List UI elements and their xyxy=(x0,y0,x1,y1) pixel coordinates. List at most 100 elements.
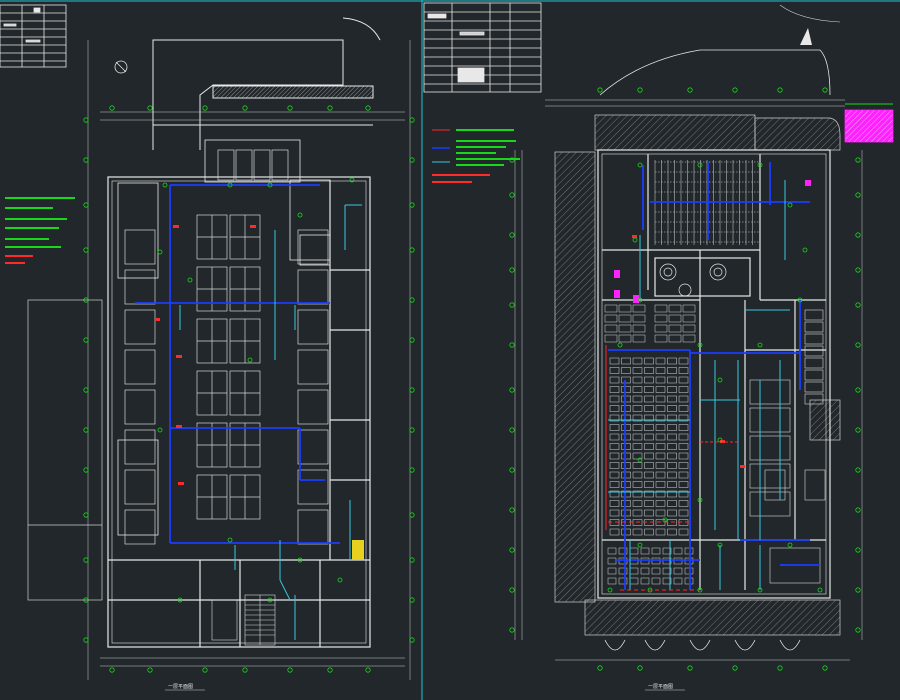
desk xyxy=(632,500,643,507)
desk xyxy=(655,405,666,412)
desk xyxy=(644,471,654,479)
axis-marker xyxy=(855,192,861,198)
desk xyxy=(632,481,643,488)
cabinet-block xyxy=(124,229,156,265)
desk xyxy=(621,481,631,488)
desk xyxy=(621,395,631,403)
equipment-room-hatch xyxy=(844,109,894,143)
detector xyxy=(697,162,703,168)
desk xyxy=(609,424,620,431)
desk xyxy=(655,471,666,479)
desk xyxy=(621,433,631,441)
desk xyxy=(644,481,654,488)
bench-block xyxy=(253,149,271,181)
axis-marker xyxy=(855,507,861,513)
desk xyxy=(655,500,666,507)
pipe-main-left xyxy=(135,184,340,544)
plan-right: 一层平面图 xyxy=(423,2,894,691)
axis-marker xyxy=(287,105,293,111)
desk xyxy=(644,462,654,469)
desk xyxy=(678,500,689,507)
desk xyxy=(632,304,646,313)
detector xyxy=(227,537,233,543)
desk xyxy=(640,547,650,555)
axis-marker xyxy=(365,667,371,673)
toilet-block xyxy=(764,469,786,501)
axis-marker xyxy=(855,157,861,163)
detector xyxy=(632,237,638,243)
desk xyxy=(655,395,666,403)
cabinet-block xyxy=(124,469,156,505)
desk xyxy=(651,557,661,565)
axis-marker xyxy=(242,105,248,111)
axis-marker xyxy=(327,667,333,673)
desk xyxy=(621,376,631,384)
desk xyxy=(667,452,677,460)
desk xyxy=(629,557,639,565)
desk xyxy=(678,528,689,536)
desk xyxy=(621,357,631,365)
axis-markers-left xyxy=(83,105,415,673)
axis-marker xyxy=(509,507,515,513)
desk xyxy=(644,367,654,374)
detector xyxy=(157,249,163,255)
title-block-left xyxy=(0,4,67,68)
desk xyxy=(678,443,689,450)
axis-marker xyxy=(509,427,515,433)
detector xyxy=(617,342,623,348)
detector xyxy=(637,457,643,463)
cabinet-block xyxy=(297,509,329,545)
desk xyxy=(655,443,666,450)
desk xyxy=(609,405,620,412)
caption-left: 一层平面图 xyxy=(168,684,193,690)
axis-marker xyxy=(777,665,783,671)
desk xyxy=(673,557,683,565)
desk xyxy=(655,367,666,374)
desk xyxy=(609,452,620,460)
axis-marker xyxy=(687,87,693,93)
desk xyxy=(609,395,620,403)
planter-symbols-right xyxy=(659,263,727,297)
desk xyxy=(609,500,620,507)
axis-marker xyxy=(509,267,515,273)
desk xyxy=(629,547,639,555)
desk xyxy=(644,395,654,403)
axis-marker xyxy=(409,597,415,603)
axis-marker xyxy=(327,105,333,111)
cabinet-block xyxy=(297,269,329,305)
desk xyxy=(644,500,654,507)
axis-marker xyxy=(83,427,89,433)
desk xyxy=(621,405,631,412)
cabinet-block xyxy=(124,509,156,545)
desk xyxy=(609,433,620,441)
cabinet-block xyxy=(124,349,156,385)
axis-marker xyxy=(855,467,861,473)
axis-marker xyxy=(409,557,415,563)
detector xyxy=(349,177,355,183)
desk xyxy=(621,509,631,517)
desk xyxy=(607,567,617,575)
room-cell xyxy=(804,345,824,357)
desk xyxy=(655,433,666,441)
cabinet-block xyxy=(124,309,156,345)
axis-marker xyxy=(509,627,515,633)
axis-marker xyxy=(855,302,861,308)
axis-marker xyxy=(83,157,89,163)
detector xyxy=(717,377,723,383)
desk xyxy=(667,443,677,450)
axis-marker xyxy=(855,627,861,633)
desk xyxy=(621,367,631,374)
detector xyxy=(787,542,793,548)
desk xyxy=(609,386,620,393)
desk xyxy=(609,528,620,536)
axis-marker xyxy=(83,387,89,393)
desk xyxy=(678,367,689,374)
desk xyxy=(667,424,677,431)
desk xyxy=(644,528,654,536)
legend-right xyxy=(432,129,520,183)
title-block-right xyxy=(423,2,542,93)
room-cell xyxy=(804,333,824,345)
desk xyxy=(678,481,689,488)
desk xyxy=(644,405,654,412)
axis-marker xyxy=(597,87,603,93)
